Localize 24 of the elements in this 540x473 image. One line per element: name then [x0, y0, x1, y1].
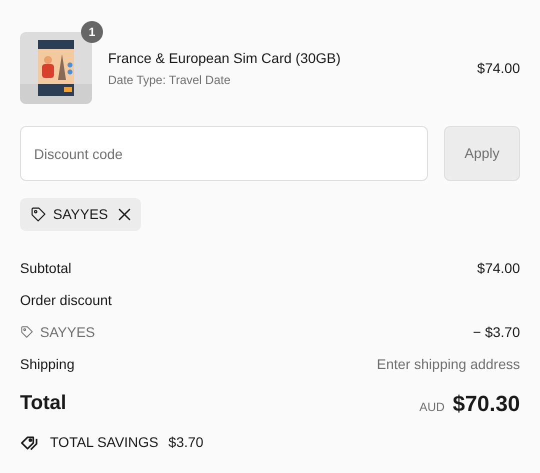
savings-amount: $3.70 [168, 433, 204, 452]
apply-button[interactable]: Apply [444, 126, 520, 181]
product-subtitle: Date Type: Travel Date [108, 72, 232, 88]
quantity-badge: 1 [81, 21, 103, 43]
product-price: $74.00 [477, 58, 520, 78]
discount-code: SAYYES [40, 322, 95, 342]
close-icon [118, 208, 131, 221]
remove-button[interactable] [118, 208, 131, 221]
summary-label: Shipping [20, 354, 74, 374]
product-title: France & European Sim Card (30GB) [108, 48, 342, 68]
tag-icon [30, 206, 47, 223]
savings-label: TOTAL SAVINGS [50, 433, 158, 452]
total-amount: $70.30 [452, 390, 520, 418]
discount-amount: − $3.70 [472, 322, 520, 342]
total-label: Total [20, 391, 66, 416]
discount-code: SAYYES [53, 205, 108, 224]
currency-code: AUD [419, 398, 445, 416]
tags-icon [20, 434, 40, 452]
summary-value: $74.00 [477, 258, 520, 278]
summary-value: Enter shipping address [376, 354, 520, 374]
summary-label: Order discount [20, 290, 112, 310]
summary-label: Subtotal [20, 258, 72, 278]
discount-code-field[interactable]: Discount code [20, 126, 428, 181]
tag-icon [20, 325, 34, 339]
